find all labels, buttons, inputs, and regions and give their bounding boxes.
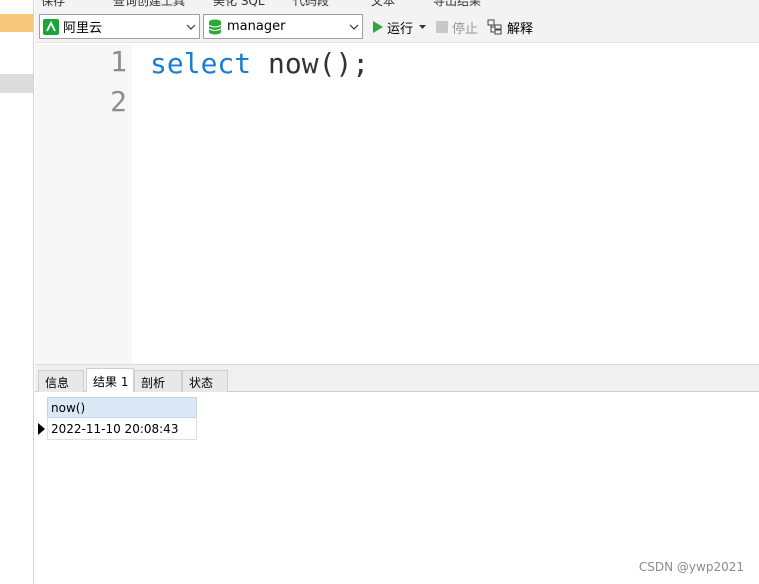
database-icon bbox=[207, 19, 223, 35]
database-value: manager bbox=[227, 19, 286, 34]
selected-object-highlight[interactable] bbox=[0, 14, 33, 32]
tab-profile[interactable]: 剖析 bbox=[134, 370, 182, 393]
column-header[interactable]: now() bbox=[47, 397, 197, 418]
chevron-down-icon bbox=[346, 15, 362, 38]
tab-result-1[interactable]: 结果 1 bbox=[86, 368, 134, 393]
export-result-button[interactable]: 导出结果 bbox=[433, 0, 481, 8]
result-grid: now() 2022-11-10 20:08:43 bbox=[35, 392, 759, 584]
object-browser-strip bbox=[0, 0, 34, 584]
query-toolbar-clipped: 保存 查询创建工具 美化 SQL 代码段 文本 导出结果 bbox=[35, 0, 759, 8]
connection-toolbar: 阿里云 manager 运行 停止 解释 bbox=[35, 8, 759, 43]
sql-editor[interactable]: select now(); bbox=[132, 44, 759, 364]
tab-status[interactable]: 状态 bbox=[182, 370, 228, 393]
run-button[interactable]: 运行 bbox=[372, 18, 430, 37]
sql-code-line[interactable]: select now(); bbox=[150, 46, 369, 82]
query-builder-button[interactable]: 查询创建工具 bbox=[113, 0, 185, 8]
table-row[interactable]: 2022-11-10 20:08:43 bbox=[47, 418, 197, 440]
caret-down-icon[interactable] bbox=[419, 25, 427, 29]
result-tabs: 信息 结果 1 剖析 状态 bbox=[35, 364, 759, 393]
tab-info[interactable]: 信息 bbox=[38, 370, 84, 393]
stop-label: 停止 bbox=[452, 21, 479, 37]
run-label: 运行 bbox=[387, 21, 414, 37]
stop-button[interactable]: 停止 bbox=[436, 18, 479, 37]
play-icon bbox=[372, 21, 383, 33]
beautify-sql-button[interactable]: 美化 SQL bbox=[213, 0, 265, 8]
connection-icon bbox=[43, 18, 59, 35]
current-row-indicator-icon bbox=[38, 423, 45, 435]
line-number: 2 bbox=[110, 85, 127, 118]
chevron-down-icon bbox=[183, 15, 199, 38]
connection-select[interactable]: 阿里云 bbox=[39, 14, 200, 39]
sql-expression: now(); bbox=[251, 47, 370, 80]
hover-object-highlight[interactable] bbox=[0, 74, 33, 93]
code-snippet-button[interactable]: 代码段 bbox=[293, 0, 329, 8]
sql-keyword: select bbox=[150, 47, 252, 80]
stop-icon bbox=[436, 21, 448, 33]
watermark: CSDN @ywp2021 bbox=[638, 560, 744, 574]
line-number-gutter: 1 2 bbox=[35, 44, 132, 364]
text-button[interactable]: 文本 bbox=[371, 0, 395, 8]
save-button[interactable]: 保存 bbox=[41, 0, 65, 8]
database-select[interactable]: manager bbox=[203, 14, 363, 39]
line-number: 1 bbox=[110, 45, 127, 78]
connection-value: 阿里云 bbox=[63, 21, 103, 36]
explain-label: 解释 bbox=[507, 21, 534, 37]
explain-icon bbox=[487, 19, 503, 35]
app-window: 保存 查询创建工具 美化 SQL 代码段 文本 导出结果 阿里云 manager… bbox=[0, 0, 759, 584]
explain-button[interactable]: 解释 bbox=[487, 18, 534, 37]
